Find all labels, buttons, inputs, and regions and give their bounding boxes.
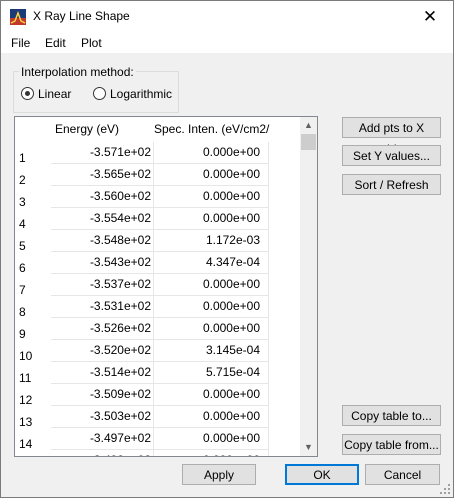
menu-file[interactable]: File xyxy=(11,36,30,50)
dialog-window: X Ray Line Shape ✕ File Edit Plot Interp… xyxy=(0,0,454,498)
cell-energy[interactable]: -3.565e+02 xyxy=(51,164,154,186)
interpolation-title: Interpolation method: xyxy=(19,65,136,79)
ok-button[interactable]: OK xyxy=(285,464,359,485)
close-icon[interactable]: ✕ xyxy=(407,1,453,32)
table-row[interactable]: 8 -3.531e+02 0.000e+00 xyxy=(15,296,300,319)
cell-intensity[interactable]: 0.000e+00 xyxy=(154,186,269,208)
scroll-thumb[interactable] xyxy=(301,134,316,150)
apply-button[interactable]: Apply xyxy=(182,464,256,485)
set-y-values-button[interactable]: Set Y values... xyxy=(342,145,441,166)
data-table[interactable]: Energy (eV) Spec. Inten. (eV/cm2/ 1 -3.57… xyxy=(14,116,318,457)
window-title: X Ray Line Shape xyxy=(33,9,130,23)
cell-energy[interactable]: -3.543e+02 xyxy=(51,252,154,274)
table-row[interactable]: 10 -3.520e+02 3.145e-04 xyxy=(15,340,300,363)
row-number: 6 xyxy=(19,261,26,275)
cancel-button[interactable]: Cancel xyxy=(365,464,440,485)
cell-energy[interactable]: -3.571e+02 xyxy=(51,142,154,164)
row-number: 9 xyxy=(19,327,26,341)
cell-intensity[interactable]: 3.145e-04 xyxy=(154,340,269,362)
app-icon xyxy=(10,9,26,25)
cell-intensity[interactable]: 0.000e+00 xyxy=(154,406,269,428)
column-header-energy[interactable]: Energy (eV) xyxy=(55,117,153,142)
table-row[interactable]: 2 -3.565e+02 0.000e+00 xyxy=(15,164,300,187)
cell-intensity[interactable]: 0.000e+00 xyxy=(154,318,269,340)
row-number: 13 xyxy=(19,415,33,429)
resize-grip-icon[interactable] xyxy=(439,483,451,495)
copy-table-to-button[interactable]: Copy table to... xyxy=(342,405,441,426)
table-row[interactable]: 4 -3.554e+02 0.000e+00 xyxy=(15,208,300,231)
cell-intensity[interactable]: 0.000e+00 xyxy=(154,164,269,186)
row-number: 12 xyxy=(19,393,33,407)
row-number: 14 xyxy=(19,437,33,451)
row-number: 11 xyxy=(19,371,32,385)
cell-energy[interactable]: -3.503e+02 xyxy=(51,406,154,428)
add-pts-button[interactable]: Add pts to X grid... xyxy=(342,117,441,156)
table-row[interactable]: 13 -3.503e+02 0.000e+00 xyxy=(15,406,300,429)
row-number: 3 xyxy=(19,195,26,209)
table-row[interactable]: 1 -3.571e+02 0.000e+00 xyxy=(15,142,300,165)
cell-energy[interactable]: -3.537e+02 xyxy=(51,274,154,296)
cell-energy[interactable]: -3.514e+02 xyxy=(51,362,154,384)
cell-intensity[interactable]: 0.000e+00 xyxy=(154,274,269,296)
cell-intensity[interactable]: 0.000e+00 xyxy=(154,296,269,318)
cell-energy[interactable]: -3.509e+02 xyxy=(51,384,154,406)
cell-energy[interactable]: -3.554e+02 xyxy=(51,208,154,230)
cell-intensity[interactable]: 0.000e+00 xyxy=(154,450,269,456)
table-row[interactable]: 15-3.492e+020.000e+00 xyxy=(15,450,300,456)
cell-energy[interactable]: -3.531e+02 xyxy=(51,296,154,318)
cell-intensity[interactable]: 0.000e+00 xyxy=(154,208,269,230)
table-scrollbar[interactable]: ▲ ▼ xyxy=(300,117,317,456)
menu-bar: File Edit Plot xyxy=(1,32,453,53)
cell-energy[interactable]: -3.492e+02 xyxy=(51,450,154,456)
cell-intensity[interactable]: 4.347e-04 xyxy=(154,252,269,274)
radio-linear[interactable] xyxy=(21,87,34,100)
row-number: 4 xyxy=(19,217,26,231)
cell-intensity[interactable]: 0.000e+00 xyxy=(154,384,269,406)
cell-intensity[interactable]: 0.000e+00 xyxy=(154,142,269,164)
radio-linear-label[interactable]: Linear xyxy=(38,87,71,101)
table-row[interactable]: 14 -3.497e+02 0.000e+00 xyxy=(15,428,300,451)
copy-table-from-button[interactable]: Copy table from... xyxy=(342,434,441,455)
cell-intensity[interactable]: 1.172e-03 xyxy=(154,230,269,252)
row-number: 7 xyxy=(19,283,26,297)
column-header-intensity[interactable]: Spec. Inten. (eV/cm2/ xyxy=(154,117,270,142)
cell-energy[interactable]: -3.497e+02 xyxy=(51,428,154,450)
cell-intensity[interactable]: 0.000e+00 xyxy=(154,428,269,450)
sort-refresh-button[interactable]: Sort / Refresh xyxy=(342,174,441,195)
table-row[interactable]: 12 -3.509e+02 0.000e+00 xyxy=(15,384,300,407)
row-number: 1 xyxy=(19,151,26,165)
scroll-down-icon[interactable]: ▼ xyxy=(300,439,317,456)
scroll-up-icon[interactable]: ▲ xyxy=(300,117,317,134)
radio-logarithmic[interactable] xyxy=(93,87,106,100)
table-row[interactable]: 6 -3.543e+02 4.347e-04 xyxy=(15,252,300,275)
cell-intensity[interactable]: 5.715e-04 xyxy=(154,362,269,384)
table-header: Energy (eV) Spec. Inten. (eV/cm2/ xyxy=(15,117,300,142)
radio-logarithmic-label[interactable]: Logarithmic xyxy=(110,87,172,101)
table-row[interactable]: 5 -3.548e+02 1.172e-03 xyxy=(15,230,300,253)
table-row[interactable]: 11 -3.514e+02 5.715e-04 xyxy=(15,362,300,385)
row-number: 10 xyxy=(19,349,33,363)
cell-energy[interactable]: -3.548e+02 xyxy=(51,230,154,252)
cell-energy[interactable]: -3.520e+02 xyxy=(51,340,154,362)
row-number: 5 xyxy=(19,239,26,253)
cell-energy[interactable]: -3.560e+02 xyxy=(51,186,154,208)
table-row[interactable]: 7 -3.537e+02 0.000e+00 xyxy=(15,274,300,297)
menu-edit[interactable]: Edit xyxy=(45,36,66,50)
menu-plot[interactable]: Plot xyxy=(81,36,102,50)
table-row[interactable]: 3 -3.560e+02 0.000e+00 xyxy=(15,186,300,209)
title-bar[interactable]: X Ray Line Shape ✕ xyxy=(1,1,453,32)
row-number: 2 xyxy=(19,173,26,187)
table-row[interactable]: 9 -3.526e+02 0.000e+00 xyxy=(15,318,300,341)
cell-energy[interactable]: -3.526e+02 xyxy=(51,318,154,340)
row-number: 8 xyxy=(19,305,26,319)
